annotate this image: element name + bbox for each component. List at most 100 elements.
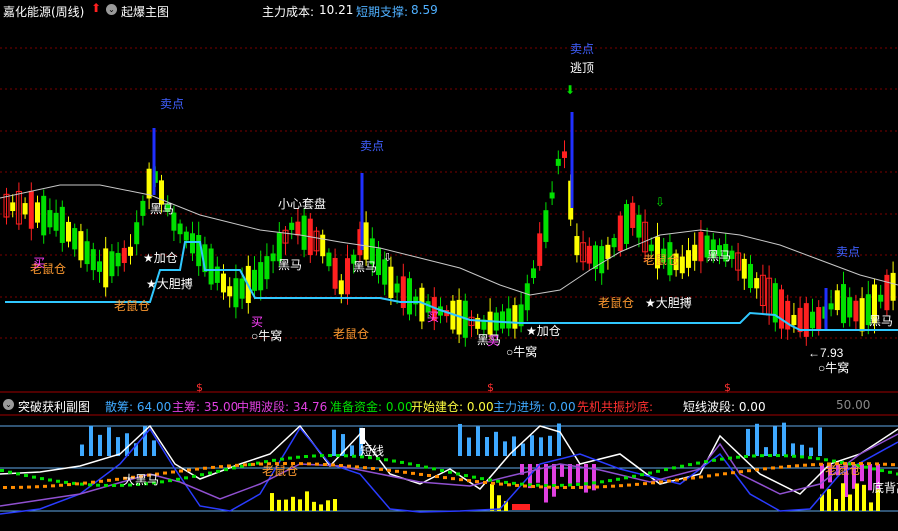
sub-yellow-bar [305, 491, 309, 511]
sub-magenta-bar [568, 464, 572, 484]
sub-orange-dot [27, 485, 31, 489]
sub-orange-dot [179, 469, 183, 473]
sub-orange-dot [355, 465, 359, 469]
sub-orange-dot [563, 485, 567, 489]
sub-indicator-name[interactable]: 突破获利副图 [18, 398, 90, 415]
sub-green-dot [480, 477, 484, 481]
sub-orange-dot [11, 485, 15, 489]
sub-green-dot [24, 474, 28, 478]
candle-body [190, 233, 195, 254]
sub-green-dot [656, 469, 660, 473]
sub-orange-dot [611, 484, 615, 488]
sub-orange-dot [459, 478, 463, 482]
sub-indicator-chart[interactable]: 大黑马 老鼠仓 短线老鼠仓底背离 [0, 414, 898, 531]
sub-blue-bar [332, 429, 336, 456]
sub-yellow-bar [490, 483, 494, 511]
sub-blue-bar [107, 427, 111, 456]
sub-magenta-bar [552, 464, 556, 497]
sub-annotation: 老鼠仓 [825, 463, 861, 477]
candle-body [388, 266, 394, 298]
annotation-buy: 买 [427, 310, 439, 324]
sub-item-6: 先机共振抄底: [577, 400, 654, 414]
sub-green-dot [400, 460, 404, 464]
annotation-nest: ○牛窝 [251, 328, 282, 343]
annotation-add: ★加仓 [526, 324, 561, 338]
candle-body [22, 203, 28, 215]
green-down-arrow-icon: ⬇ [565, 83, 575, 97]
sub-green-dot [704, 460, 708, 464]
candle-body [140, 200, 146, 216]
sub-orange-dot [595, 485, 599, 489]
sub-orange-dot [107, 478, 111, 482]
annotation-escape: 逃顶 [570, 61, 594, 75]
candle-body [332, 257, 338, 289]
sub-orange-dot [891, 463, 895, 467]
sub-orange-dot [299, 462, 303, 466]
sub-orange-dot [363, 466, 367, 470]
signal-marker: $ [196, 381, 203, 394]
candle-body [413, 296, 419, 305]
sub-green-dot [200, 473, 204, 477]
candle-body [890, 272, 896, 301]
sub-green-dot [288, 456, 292, 460]
sub-green-dot [744, 454, 748, 458]
sub-green-dot [792, 454, 796, 458]
stock-name[interactable]: 嘉化能源(周线) [3, 3, 84, 20]
sub-green-dot [640, 473, 644, 477]
sub-orange-dot [19, 485, 23, 489]
sub-green-dot [720, 457, 724, 461]
sub-orange-dot [883, 462, 887, 466]
sub-white-bar [360, 428, 365, 444]
candle-body [258, 262, 264, 291]
candle-body [208, 248, 214, 285]
sub-green-dot [800, 455, 804, 459]
sub-green-dot [224, 468, 228, 472]
candle-body [636, 214, 642, 238]
hollow-down-arrow-icon: ⇩ [655, 195, 665, 209]
circle-chevron-icon[interactable]: ⌄ [3, 399, 14, 410]
sub-green-dot [768, 454, 772, 458]
sub-blue-bar [773, 426, 777, 456]
circle-chevron-icon[interactable]: ⌄ [106, 4, 117, 15]
sub-yellow-bar [277, 499, 281, 511]
candle-body [562, 151, 567, 158]
sub-orange-dot [467, 479, 471, 483]
candle-body [177, 223, 183, 235]
candle-body [239, 278, 245, 299]
candle-body [611, 238, 617, 248]
main-indicator-name[interactable]: 起爆主图 [121, 3, 169, 20]
candle-body [66, 221, 71, 242]
sub-orange-dot [635, 482, 639, 486]
candle-body [183, 231, 189, 241]
candle-body [748, 263, 753, 289]
annotation-buy: 买 [33, 256, 45, 270]
sub-orange-dot [555, 485, 559, 489]
sub-green-dot [752, 454, 756, 458]
sub-orange-dot [659, 480, 663, 484]
sub-item-2: 中期波段: 34.76 [237, 400, 328, 414]
sub-orange-dot [203, 466, 207, 470]
sub-blue-bar [746, 428, 750, 456]
candle-body [698, 231, 704, 262]
annotation-bold: ★大胆搏 [645, 296, 692, 310]
sub-red-bar [512, 504, 530, 510]
candle-body [320, 234, 326, 257]
sub-orange-dot [667, 479, 671, 483]
candle-body [270, 253, 276, 262]
annotation-sell: 卖点 [836, 245, 860, 259]
main-chart-title-bar: 嘉化能源(周线) ⬆ ⌄ 起爆主图 主力成本: 10.21 短期支撑: 8.59 [0, 0, 898, 20]
candle-body [884, 274, 890, 311]
sub-green-dot [600, 480, 604, 484]
sub-green-dot [0, 469, 4, 472]
sub-green-dot [664, 468, 668, 472]
annotation-add: ★加仓 [143, 251, 178, 265]
sub-yellow-bar [291, 496, 295, 511]
candlestick-chart[interactable]: 卖点卖点卖点卖点逃顶小心套盘黑马黑马 黑马黑马黑马黑马老鼠仓老鼠仓老鼠仓老鼠仓老鼠… [0, 20, 898, 394]
sub-blue-bar [494, 431, 498, 456]
sub-orange-dot [643, 482, 647, 486]
sub-orange-dot [507, 483, 511, 487]
sub-green-dot [432, 467, 436, 471]
sub-green-dot [736, 455, 740, 459]
sub-orange-dot [779, 465, 783, 469]
sub-green-dot [344, 454, 348, 458]
